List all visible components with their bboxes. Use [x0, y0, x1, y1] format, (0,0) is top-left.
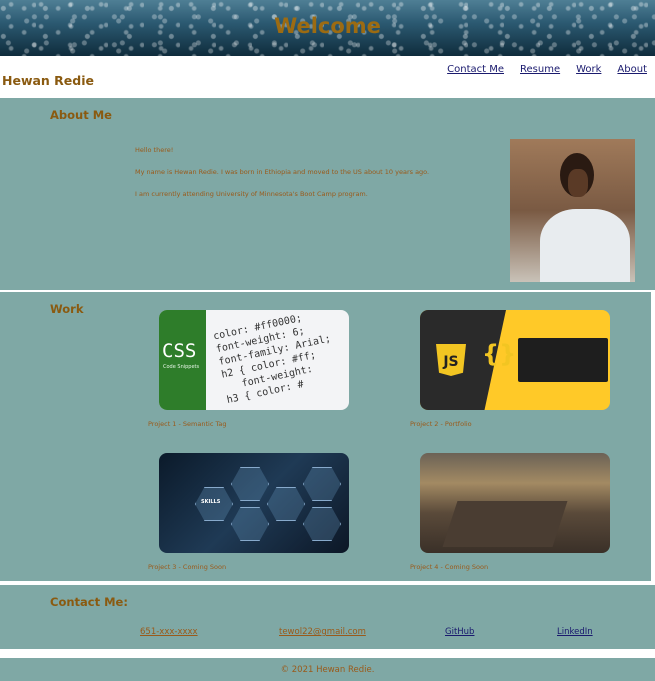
phone-link[interactable]: 651-xxx-xxxx [140, 627, 198, 637]
about-paragraph: Hello there! [135, 146, 174, 154]
footer-copyright: © 2021 Hewan Redie. [280, 665, 375, 675]
project-3-caption: Project 3 - Coming Soon [148, 563, 227, 571]
css-logo-text: CSS [162, 340, 197, 362]
about-paragraph: I am currently attending University of M… [135, 190, 368, 198]
about-paragraph: My name is Hewan Redie. I was born in Et… [135, 168, 430, 176]
footer: © 2021 Hewan Redie. [0, 658, 655, 681]
project-2-image[interactable]: JS {} [420, 310, 610, 410]
profile-photo [510, 139, 635, 282]
project-1-image[interactable]: color: #ff0000; font-weight: 6; font-fam… [159, 310, 349, 410]
top-nav: Contact Me Resume Work About [447, 64, 647, 75]
email-link[interactable]: tewol22@gmail.com [279, 627, 366, 637]
project-3-image[interactable]: SKILLS [159, 453, 349, 553]
nav-resume-link[interactable]: Resume [520, 64, 560, 75]
contact-section: Contact Me: 651-xxx-xxxx tewol22@gmail.c… [0, 585, 655, 649]
page-title: Welcome [274, 14, 381, 38]
github-link[interactable]: GitHub [445, 627, 474, 637]
nav-about-link[interactable]: About [617, 64, 647, 75]
nav-work-link[interactable]: Work [576, 64, 601, 75]
site-name: Hewan Redie [2, 73, 94, 88]
about-title: About Me [50, 108, 112, 122]
header-banner: Welcome [0, 0, 655, 56]
code-snippets-text: Code Snippets [163, 364, 200, 370]
linkedin-link[interactable]: LinkedIn [557, 627, 593, 637]
project-4-image[interactable] [420, 453, 610, 553]
project-4-caption: Project 4 - Coming Soon [410, 563, 489, 571]
contact-title: Contact Me: [50, 595, 128, 609]
work-title: Work [50, 302, 84, 316]
project-2-caption: Project 2 - Portfolio [410, 420, 472, 428]
project-1-caption: Project 1 - Semantic Tag [148, 420, 227, 428]
skills-label: SKILLS [201, 499, 221, 505]
nav-contact-link[interactable]: Contact Me [447, 64, 504, 75]
about-section: About Me Hello there! My name is Hewan R… [0, 98, 655, 290]
work-section: Work color: #ff0000; font-weight: 6; fon… [0, 292, 651, 581]
braces-icon: {} [482, 340, 517, 368]
js-logo-icon: JS [436, 344, 466, 376]
